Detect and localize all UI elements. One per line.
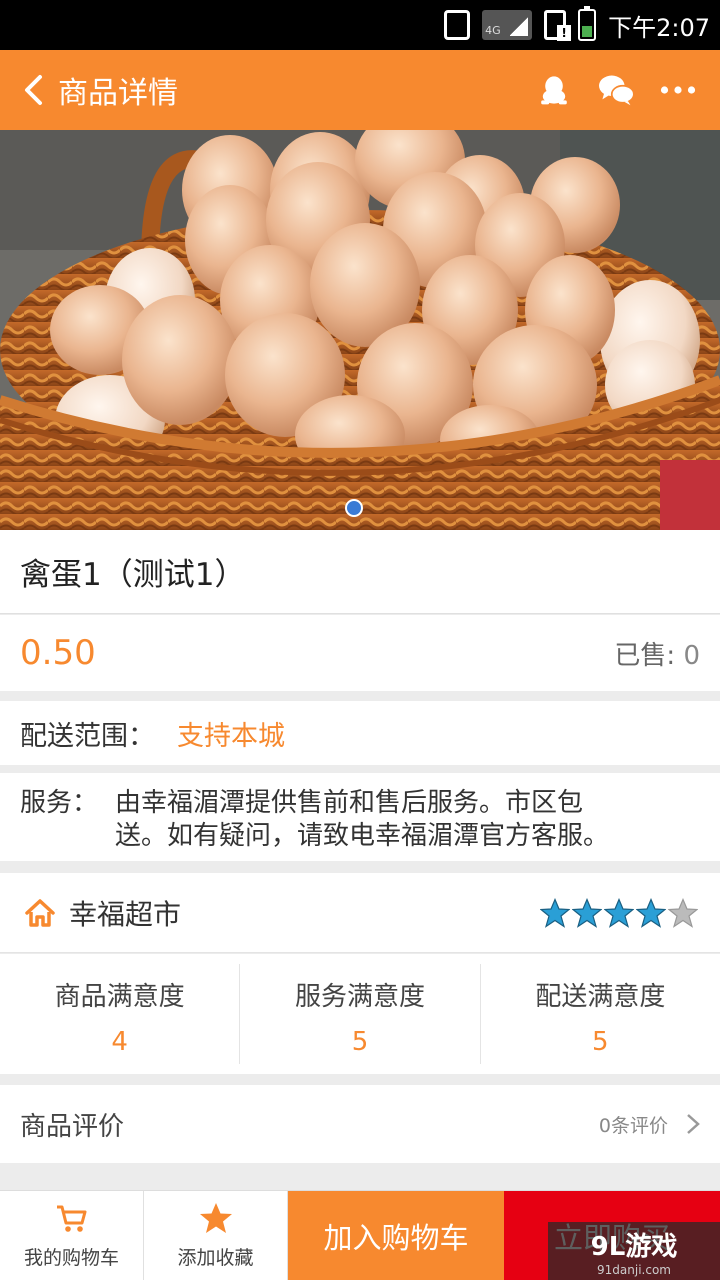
qq-icon (541, 76, 567, 105)
rating-product: 商品满意度 4 (0, 964, 241, 1064)
rating-service: 服务满意度 5 (240, 964, 481, 1064)
store-row[interactable]: 幸福超市 (0, 873, 720, 953)
service-label: 服务： (20, 788, 99, 818)
vibrate-icon (444, 10, 471, 40)
star-filled-icon (540, 897, 570, 928)
star-filled-icon (604, 897, 634, 928)
chevron-right-icon (687, 1114, 700, 1134)
delivery-value: 支持本城 (177, 720, 285, 752)
reviews-label: 商品评价 (20, 1111, 125, 1142)
product-name: 禽蛋1（测试1） (20, 557, 246, 593)
clock: 下午2:07 (608, 13, 710, 42)
product-title: 禽蛋1（测试1） (0, 530, 720, 614)
back-button[interactable] (8, 50, 58, 130)
watermark-url: 91danji.com (597, 1262, 671, 1277)
sold-value: 0 (683, 640, 700, 671)
product-image (0, 130, 720, 530)
star-filled-icon (572, 897, 602, 928)
sim-alert-icon (544, 10, 572, 41)
signal-icon: 4G (482, 10, 533, 40)
more-icon (660, 86, 696, 94)
status-bar: 4G 下午2:07 (0, 0, 720, 50)
add-favorite-button[interactable]: 添加收藏 (144, 1191, 288, 1280)
rating-label: 商品满意度 (54, 981, 185, 1012)
star-icon (199, 1203, 232, 1233)
store-rating-stars (540, 897, 698, 928)
network-type: 4G (485, 24, 501, 37)
price-row: 0.50 已售: 0 (0, 615, 720, 691)
store-name: 幸福超市 (69, 897, 182, 931)
delivery-row: 配送范围： 支持本城 (0, 701, 720, 765)
sold-label: 已售: (614, 640, 684, 671)
watermark: 9L游戏 91danji.com (548, 1222, 720, 1280)
wechat-icon (599, 75, 635, 106)
wechat-share-button[interactable] (596, 70, 636, 110)
product-image-carousel[interactable] (0, 130, 720, 530)
service-text: 由幸福湄潭提供售前和售后服务。市区包送。如有疑问，请致电幸福湄潭官方客服。 (115, 788, 610, 851)
delivery-label: 配送范围： (20, 720, 155, 752)
reviews-count: 0条评价 (598, 1114, 668, 1137)
add-to-cart-button[interactable]: 加入购物车 (288, 1191, 504, 1280)
my-cart-button[interactable]: 我的购物车 (0, 1191, 144, 1280)
rating-label: 服务满意度 (294, 981, 425, 1012)
service-row: 服务： 由幸福湄潭提供售前和售后服务。市区包送。如有疑问，请致电幸福湄潭官方客服… (0, 773, 720, 861)
carousel-indicator (345, 499, 363, 517)
add-favorite-label: 添加收藏 (177, 1247, 254, 1269)
home-icon (25, 898, 55, 927)
star-empty-icon (668, 897, 698, 928)
rating-value: 5 (351, 1026, 369, 1057)
star-filled-icon (636, 897, 666, 928)
sold-count: 已售: 0 (614, 635, 700, 672)
qq-share-button[interactable] (534, 70, 574, 110)
store-ratings: 商品满意度 4 服务满意度 5 配送满意度 5 (0, 954, 720, 1074)
reviews-row[interactable]: 商品评价 0条评价 (0, 1085, 720, 1163)
cart-icon (56, 1205, 86, 1232)
rating-delivery: 配送满意度 5 (481, 964, 720, 1064)
battery-icon (578, 6, 597, 41)
product-price: 0.50 (20, 633, 96, 673)
rating-value: 5 (592, 1026, 609, 1057)
watermark-logo: 9L游戏 (590, 1231, 678, 1262)
my-cart-label: 我的购物车 (23, 1247, 119, 1269)
rating-value: 4 (111, 1026, 128, 1057)
rating-label: 配送满意度 (535, 981, 666, 1012)
page-title: 商品详情 (58, 76, 178, 111)
app-bar: 商品详情 (0, 50, 720, 130)
back-arrow-icon (25, 75, 42, 105)
more-button[interactable] (658, 70, 698, 110)
